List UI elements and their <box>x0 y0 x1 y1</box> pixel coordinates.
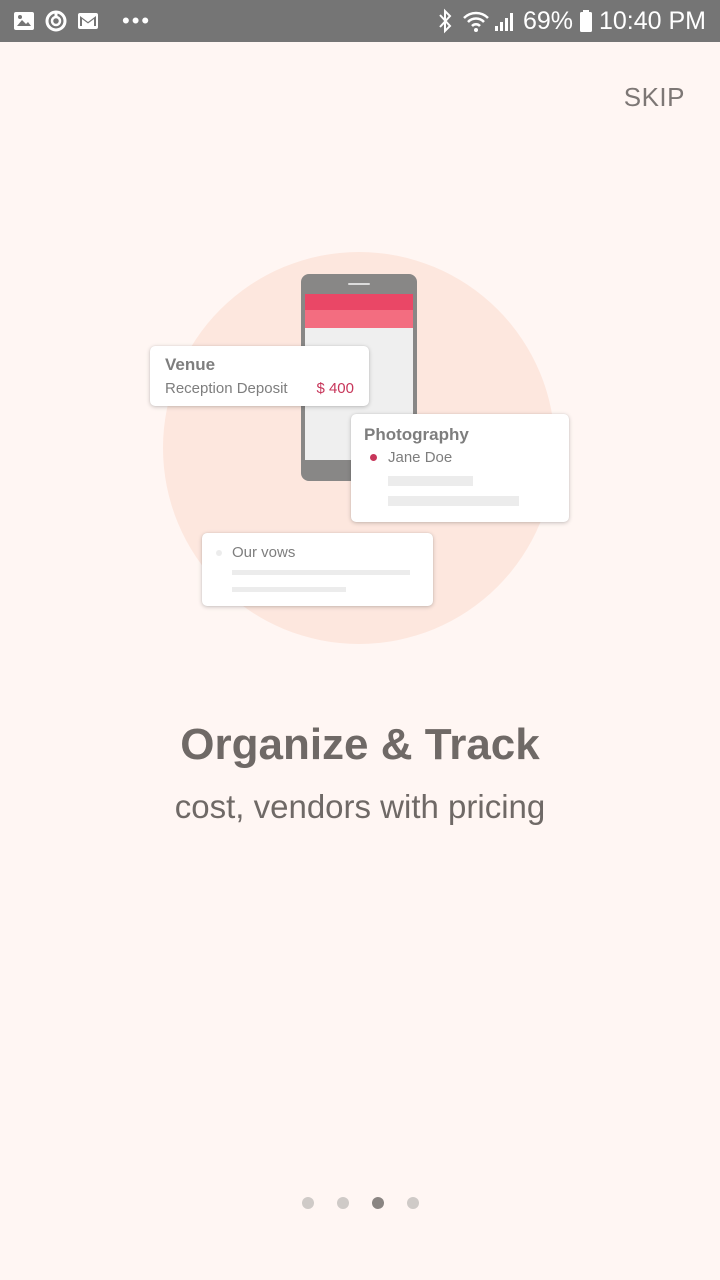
placeholder-line <box>388 476 473 486</box>
photography-card: Photography Jane Doe <box>351 414 569 522</box>
placeholder-line <box>388 496 519 506</box>
venue-card: Venue Reception Deposit $ 400 <box>150 346 369 406</box>
onboarding-subtitle: cost, vendors with pricing <box>174 788 546 825</box>
page-dot-2[interactable] <box>336 1197 349 1209</box>
phone-speaker <box>348 283 370 285</box>
phone-subheader-band <box>305 310 413 328</box>
page-dot-3[interactable] <box>371 1197 384 1209</box>
venue-card-item: Reception Deposit <box>165 380 288 397</box>
page-indicator <box>0 1197 720 1209</box>
placeholder-line <box>232 587 346 592</box>
placeholder-line <box>232 570 410 575</box>
vows-card: Our vows <box>202 533 433 606</box>
photography-card-name: Jane Doe <box>388 449 453 466</box>
page-dot-4[interactable] <box>406 1197 419 1209</box>
bullet-icon <box>216 550 222 556</box>
phone-header-band <box>305 294 413 310</box>
vows-card-title: Our vows <box>232 544 296 561</box>
page-dot-1[interactable] <box>301 1197 314 1209</box>
onboarding-illustration: Venue Reception Deposit $ 400 Photograph… <box>0 0 720 700</box>
onboarding-headline: Organize & Track <box>180 720 540 769</box>
venue-card-amount: $ 400 <box>316 380 354 397</box>
photography-card-title: Photography <box>364 425 469 444</box>
bullet-icon <box>370 454 377 461</box>
venue-card-title: Venue <box>165 355 216 374</box>
